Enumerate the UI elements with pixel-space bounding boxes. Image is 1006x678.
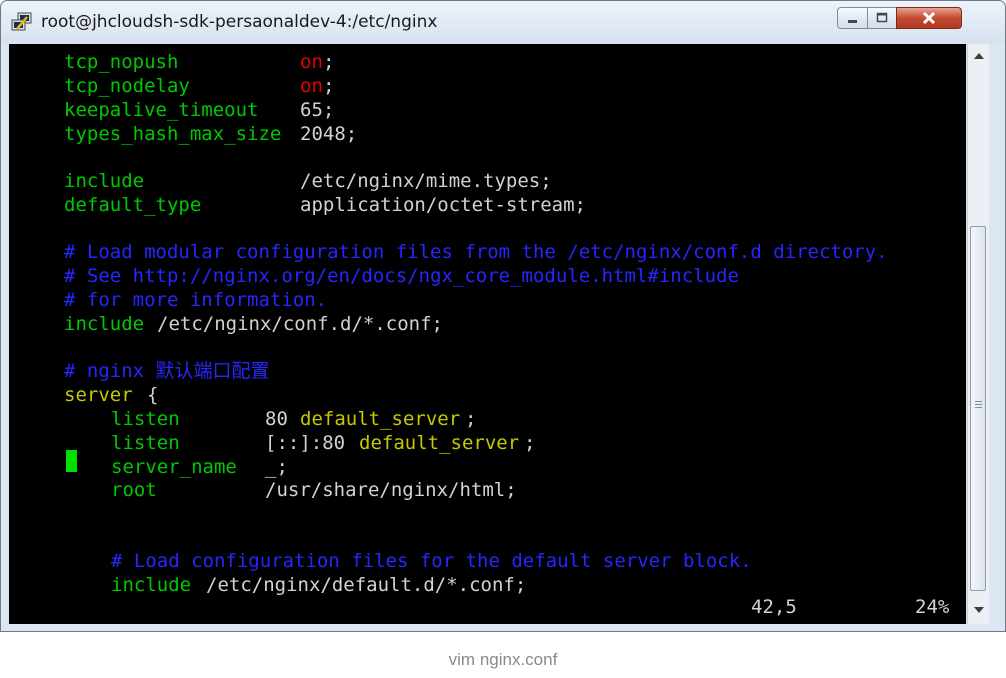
- code-token: {: [147, 384, 159, 406]
- code-token: /etc/nginx/conf.d/*.conf;: [157, 313, 443, 335]
- code-token: listen: [111, 432, 180, 454]
- code-token: application/octet-stream;: [300, 194, 586, 216]
- vertical-scrollbar[interactable]: [967, 44, 989, 624]
- code-token: ;: [524, 432, 536, 454]
- arrow-up-icon: [973, 53, 984, 59]
- code-token: # See http://nginx.org/en/docs/ngx_core_…: [64, 265, 739, 287]
- code-token: ;: [323, 51, 335, 73]
- code-token: 80: [265, 408, 288, 430]
- thumb-grip: [975, 401, 982, 402]
- text-cursor: [66, 450, 77, 472]
- minimize-icon: [848, 20, 857, 23]
- terminal-screen[interactable]: 42,5 24% tcp_nopush on; tcp_nodelay on; keep…: [9, 44, 966, 624]
- cursor-position: 42,5: [751, 596, 797, 618]
- code-token: ;: [465, 408, 477, 430]
- code-token: # nginx 默认端口配置: [64, 360, 270, 382]
- code-token: # Load configuration files for the defau…: [111, 550, 752, 572]
- code-token: server_name: [111, 456, 237, 478]
- code-token: tcp_nodelay: [64, 75, 190, 97]
- code-token: types_hash_max_size: [64, 123, 282, 145]
- terminal-window: root@jhcloudsh-sdk-persaonaldev-4:/etc/n…: [0, 0, 1006, 632]
- close-button[interactable]: [896, 7, 962, 29]
- code-token: server: [64, 384, 133, 406]
- thumb-grip: [975, 407, 982, 408]
- arrow-down-icon: [973, 607, 984, 613]
- scroll-up-button[interactable]: [968, 46, 989, 66]
- code-token: /usr/share/nginx/html;: [265, 479, 517, 501]
- code-token: _;: [265, 456, 288, 478]
- window-title: root@jhcloudsh-sdk-persaonaldev-4:/etc/n…: [41, 12, 438, 32]
- putty-icon: [11, 12, 32, 31]
- code-token: include: [64, 313, 145, 335]
- code-token: on: [300, 51, 323, 73]
- code-token: /etc/nginx/mime.types;: [300, 170, 552, 192]
- code-token: keepalive_timeout: [64, 99, 259, 121]
- minimize-button[interactable]: [837, 7, 868, 29]
- code-token: include: [111, 574, 192, 596]
- code-token: 2048;: [300, 123, 358, 145]
- code-token: default_type: [64, 194, 202, 216]
- code-token: /etc/nginx/default.d/*.conf;: [206, 574, 527, 596]
- close-icon: [922, 11, 936, 25]
- scrollbar-thumb[interactable]: [970, 226, 986, 591]
- code-token: default_server: [359, 432, 520, 454]
- code-token: include: [64, 170, 145, 192]
- code-token: [::]:80: [265, 432, 346, 454]
- code-token: listen: [111, 408, 180, 430]
- scroll-down-button[interactable]: [968, 600, 989, 620]
- code-token: root: [111, 479, 157, 501]
- code-token: ;: [323, 75, 335, 97]
- code-token: on: [300, 75, 323, 97]
- thumb-grip: [975, 404, 982, 405]
- image-caption: vim nginx.conf: [448, 650, 558, 669]
- code-token: 65;: [300, 99, 335, 121]
- title-bar[interactable]: root@jhcloudsh-sdk-persaonaldev-4:/etc/n…: [1, 1, 1005, 43]
- code-token: default_server: [300, 408, 461, 430]
- code-token: tcp_nopush: [64, 51, 179, 73]
- code-token: # for more information.: [64, 289, 328, 311]
- maximize-button[interactable]: [867, 7, 897, 29]
- maximize-icon: [876, 12, 888, 23]
- scroll-percent: 24%: [915, 596, 950, 618]
- code-token: # Load modular configuration files from …: [64, 241, 888, 263]
